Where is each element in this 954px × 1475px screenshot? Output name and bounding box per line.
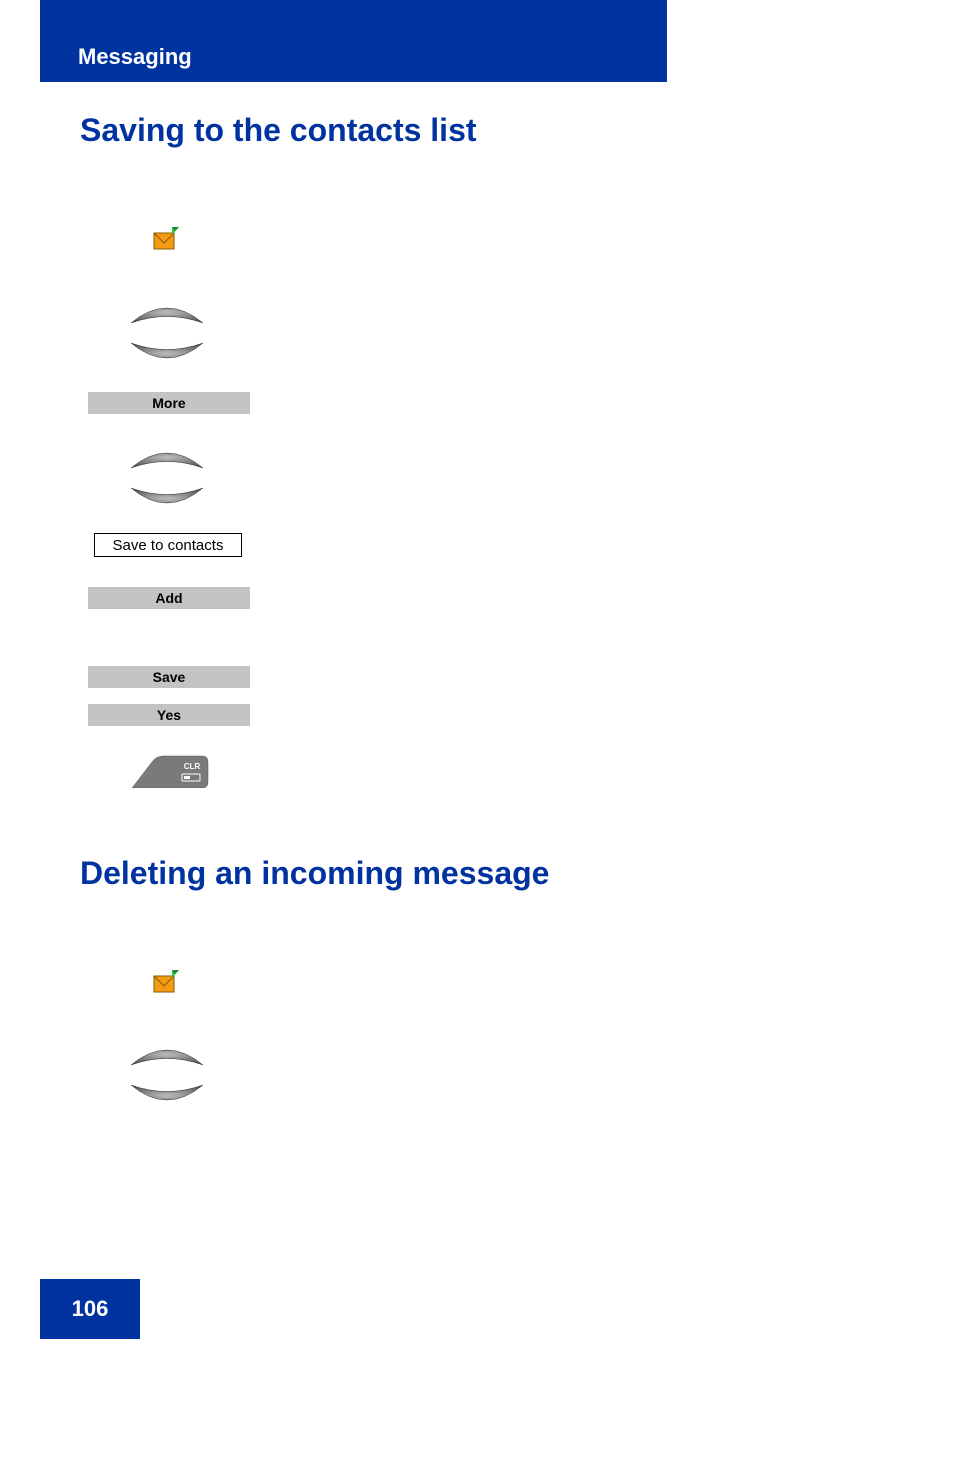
message-icon bbox=[152, 968, 182, 1001]
nav-pad-icon bbox=[126, 298, 208, 373]
page-number-label: 106 bbox=[72, 1296, 109, 1322]
clr-key-label: CLR bbox=[184, 762, 201, 771]
yes-button-label: Yes bbox=[157, 707, 181, 723]
heading-deleting: Deleting an incoming message bbox=[80, 855, 549, 892]
yes-button[interactable]: Yes bbox=[88, 704, 250, 726]
clr-key-icon: CLR bbox=[132, 754, 210, 793]
save-to-contacts-option[interactable]: Save to contacts bbox=[94, 533, 242, 557]
save-to-contacts-label: Save to contacts bbox=[113, 537, 224, 554]
page-number: 106 bbox=[40, 1279, 140, 1339]
nav-pad-icon bbox=[126, 443, 208, 518]
heading-saving: Saving to the contacts list bbox=[80, 112, 477, 149]
more-button[interactable]: More bbox=[88, 392, 250, 414]
page-header: Messaging bbox=[40, 0, 667, 82]
more-button-label: More bbox=[152, 395, 185, 411]
add-button[interactable]: Add bbox=[88, 587, 250, 609]
save-button[interactable]: Save bbox=[88, 666, 250, 688]
save-button-label: Save bbox=[153, 669, 186, 685]
nav-pad-icon bbox=[126, 1040, 208, 1115]
message-icon bbox=[152, 225, 182, 258]
add-button-label: Add bbox=[155, 590, 182, 606]
page-header-title: Messaging bbox=[78, 44, 192, 70]
